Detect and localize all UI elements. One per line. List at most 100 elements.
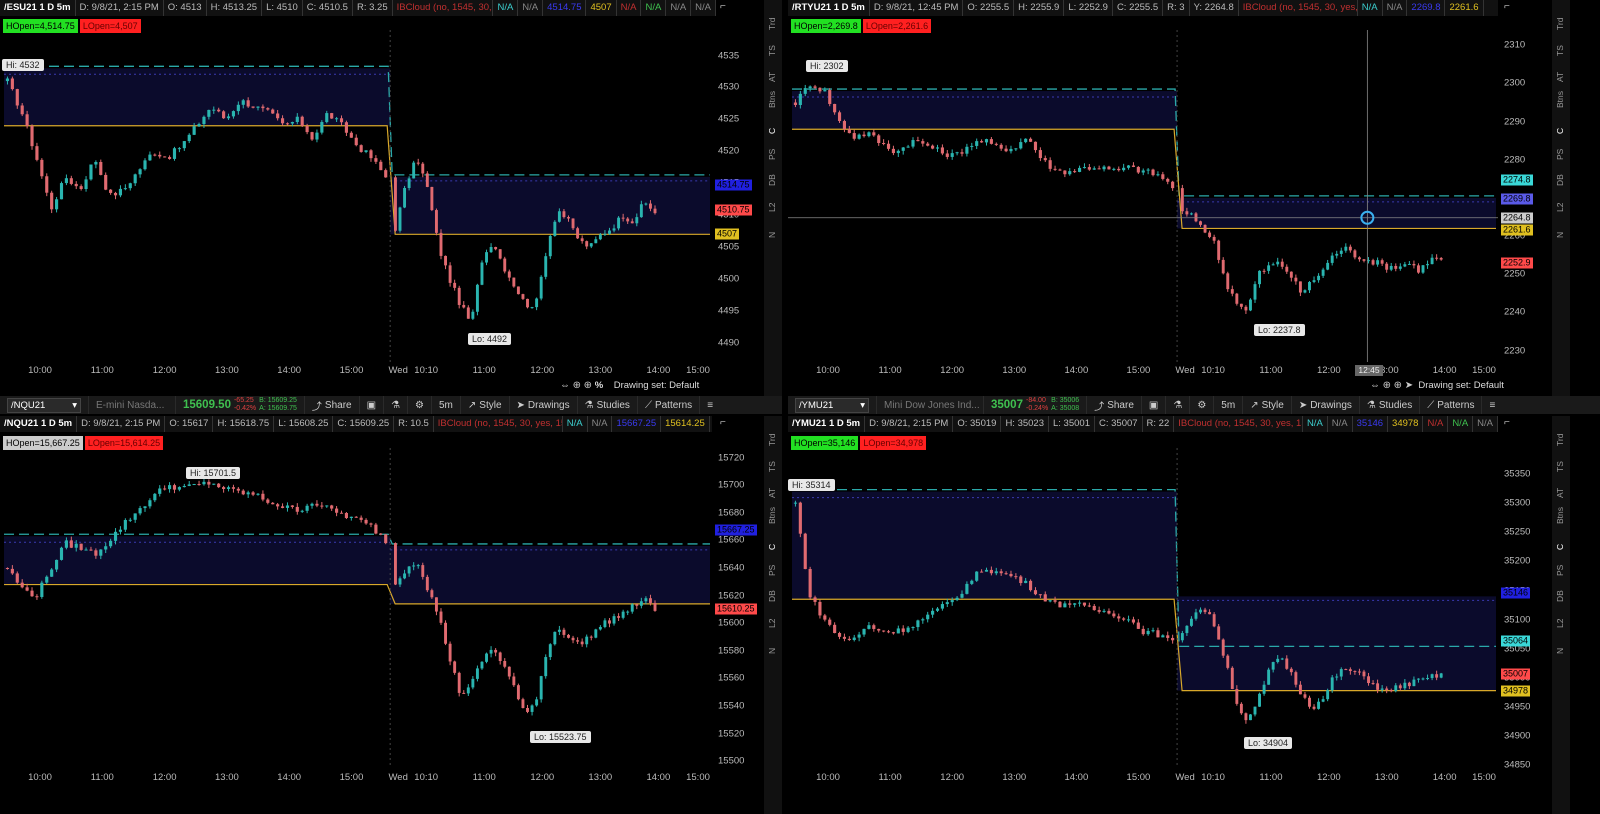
side-tab-l2[interactable]: L2 xyxy=(1555,203,1565,212)
side-tab-trd[interactable]: Trd xyxy=(767,434,777,446)
side-tab-ts[interactable]: TS xyxy=(1555,45,1565,56)
side-tab-l2[interactable]: L2 xyxy=(767,203,777,212)
header-symbol[interactable]: /ESU21 1 D 5m xyxy=(0,0,76,16)
studies-button[interactable]: ⚗ Studies xyxy=(1360,396,1421,414)
candle-body xyxy=(5,78,10,82)
time-tick-label: 15:00 xyxy=(686,772,710,783)
flask-button[interactable]: ⚗ xyxy=(1166,396,1191,414)
side-tab-c[interactable]: C xyxy=(767,544,777,550)
candle-body xyxy=(1166,635,1170,638)
side-tab-ts[interactable]: TS xyxy=(767,461,777,472)
pan-icon[interactable]: ⇔ xyxy=(1370,380,1380,391)
side-tab-n[interactable]: N xyxy=(1555,232,1565,238)
time-axis[interactable]: 10:00 11:00 12:00 13:00 14:00 15:00 Wed 10:10 11… xyxy=(788,365,1498,377)
price-axis[interactable]: 4535453045254520451545104505450044954490… xyxy=(712,30,762,362)
zoom-icon[interactable]: ⊕ xyxy=(584,380,592,391)
side-tab-trd[interactable]: Trd xyxy=(767,18,777,30)
side-tab-btns[interactable]: Btns xyxy=(767,91,777,108)
side-tab-db[interactable]: DB xyxy=(1555,590,1565,602)
time-axis[interactable]: 10:00 11:00 12:00 13:00 14:00 15:00 Wed 10:10 11… xyxy=(788,772,1498,784)
collapse-icon[interactable]: ⌐ xyxy=(1504,1,1510,12)
price-axis[interactable]: 2310230022902280227022602250224022302274… xyxy=(1498,30,1548,362)
side-tab-btns[interactable]: Btns xyxy=(1555,91,1565,108)
collapse-icon[interactable]: ⌐ xyxy=(720,417,726,428)
side-tab-c[interactable]: C xyxy=(1555,128,1565,134)
side-tab-ps[interactable]: PS xyxy=(767,149,777,160)
side-tab-db[interactable]: DB xyxy=(767,590,777,602)
style-button[interactable]: ↗ Style xyxy=(461,396,510,414)
side-tab-btns[interactable]: Btns xyxy=(1555,507,1565,524)
drawing-set-label[interactable]: Drawing set: Default xyxy=(614,380,700,391)
price-plot[interactable]: Hi: 4532 Lo: 4492 xyxy=(0,30,712,362)
side-tab-at[interactable]: AT xyxy=(1555,488,1565,498)
candle-body xyxy=(64,178,68,184)
side-tab-ts[interactable]: TS xyxy=(767,45,777,56)
side-tab-db[interactable]: DB xyxy=(767,174,777,186)
side-tab-at[interactable]: AT xyxy=(767,488,777,498)
header-study[interactable]: IBCloud (no, 1545, 30, yes, 15, Blue) xyxy=(434,416,563,432)
share-button[interactable]: ⤴ Share xyxy=(1087,396,1142,414)
crosshair-icon[interactable]: ⊕ xyxy=(1383,380,1391,391)
zoom-icon[interactable]: ⊕ xyxy=(1394,380,1402,391)
collapse-icon[interactable]: ⌐ xyxy=(720,1,726,12)
drawings-button[interactable]: ➤ Drawings xyxy=(510,396,578,414)
side-tab-c[interactable]: C xyxy=(1555,544,1565,550)
time-axis[interactable]: 10:00 11:00 12:00 13:00 14:00 15:00 Wed 10:10 11… xyxy=(0,365,712,377)
percent-toggle[interactable]: % xyxy=(595,380,603,391)
price-plot[interactable]: Hi: 35314 Lo: 34904 xyxy=(788,448,1498,768)
side-tab-ps[interactable]: PS xyxy=(1555,149,1565,160)
cursor-icon[interactable]: ➤ xyxy=(1405,380,1413,391)
side-tab-c[interactable]: C xyxy=(767,128,777,134)
collapse-icon[interactable]: ⌐ xyxy=(1504,417,1510,428)
side-tab-trd[interactable]: Trd xyxy=(1555,18,1565,30)
side-tab-n[interactable]: N xyxy=(1555,648,1565,654)
settings-button[interactable]: ⚙ xyxy=(408,396,432,414)
price-axis[interactable]: 3535035300352503520035150351003505035000… xyxy=(1498,448,1548,771)
patterns-button[interactable]: ⟋ Patterns xyxy=(638,396,701,414)
side-tab-l2[interactable]: L2 xyxy=(767,619,777,628)
studies-button[interactable]: ⚗ Studies xyxy=(578,396,638,414)
side-tab-trd[interactable]: Trd xyxy=(1555,434,1565,446)
symbol-selector[interactable]: /YMU21 ▾ xyxy=(795,397,869,413)
pan-icon[interactable]: ⇔ xyxy=(560,380,570,391)
price-axis[interactable]: 15720 15700 15680 15660 15640 15620 15600 15580… xyxy=(712,448,762,768)
header-symbol[interactable]: /RTYU21 1 D 5m xyxy=(788,0,870,16)
patterns-button[interactable]: ⟋ Patterns xyxy=(1420,396,1483,414)
candle-body xyxy=(1221,259,1225,274)
ask-value: A: 35008 xyxy=(1051,405,1080,412)
side-tab-ts[interactable]: TS xyxy=(1555,461,1565,472)
side-tab-ps[interactable]: PS xyxy=(1555,565,1565,576)
settings-button[interactable]: ⚙ xyxy=(1190,396,1215,414)
side-tab-at[interactable]: AT xyxy=(767,72,777,82)
screenshot-button[interactable]: ▣ xyxy=(1142,396,1167,414)
crosshair-icon[interactable]: ⊕ xyxy=(573,380,581,391)
side-tab-ps[interactable]: PS xyxy=(767,565,777,576)
side-tab-n[interactable]: N xyxy=(767,648,777,654)
price-plot[interactable]: Hi: 15701.5 Lo: 15523.75 xyxy=(0,448,712,768)
header-study[interactable]: IBCloud (no, 1545, 30, yes, 15, Blue) xyxy=(1174,416,1303,432)
header-study[interactable]: IBCloud (no, 1545, 30, yes, 15, Blue) xyxy=(1239,0,1358,16)
side-tab-db[interactable]: DB xyxy=(1555,174,1565,186)
side-tab-l2[interactable]: L2 xyxy=(1555,619,1565,628)
candle-body xyxy=(503,258,507,272)
symbol-selector[interactable]: /NQU21 ▾ xyxy=(7,397,81,413)
share-button[interactable]: ⤴ Share xyxy=(305,396,360,414)
time-axis[interactable]: 10:00 11:00 12:00 13:00 14:00 15:00 Wed 10:10 11… xyxy=(0,772,712,784)
side-tab-n[interactable]: N xyxy=(767,232,777,238)
header-symbol[interactable]: /YMU21 1 D 5m xyxy=(788,416,866,432)
bid-value: B: 15609.25 xyxy=(259,397,297,404)
timeframe-button[interactable]: 5m xyxy=(1214,396,1244,414)
timeframe-button[interactable]: 5m xyxy=(432,396,461,414)
drawings-button[interactable]: ➤ Drawings xyxy=(1292,396,1360,414)
screenshot-button[interactable]: ▣ xyxy=(360,396,385,414)
price-plot[interactable]: Hi: 2302 Lo: 2237.8 xyxy=(788,30,1498,362)
flask-button[interactable]: ⚗ xyxy=(384,396,409,414)
menu-button[interactable]: ≡ xyxy=(700,396,720,414)
header-study[interactable]: IBCloud (no, 1545, 30, yes, 15, Blue) xyxy=(393,0,494,16)
menu-button[interactable]: ≡ xyxy=(1482,396,1502,414)
style-button[interactable]: ↗ Style xyxy=(1243,396,1292,414)
drawing-set-label[interactable]: Drawing set: Default xyxy=(1418,380,1504,391)
header-symbol[interactable]: /NQU21 1 D 5m xyxy=(0,416,78,432)
side-tab-at[interactable]: AT xyxy=(1555,72,1565,82)
side-tab-btns[interactable]: Btns xyxy=(767,507,777,524)
